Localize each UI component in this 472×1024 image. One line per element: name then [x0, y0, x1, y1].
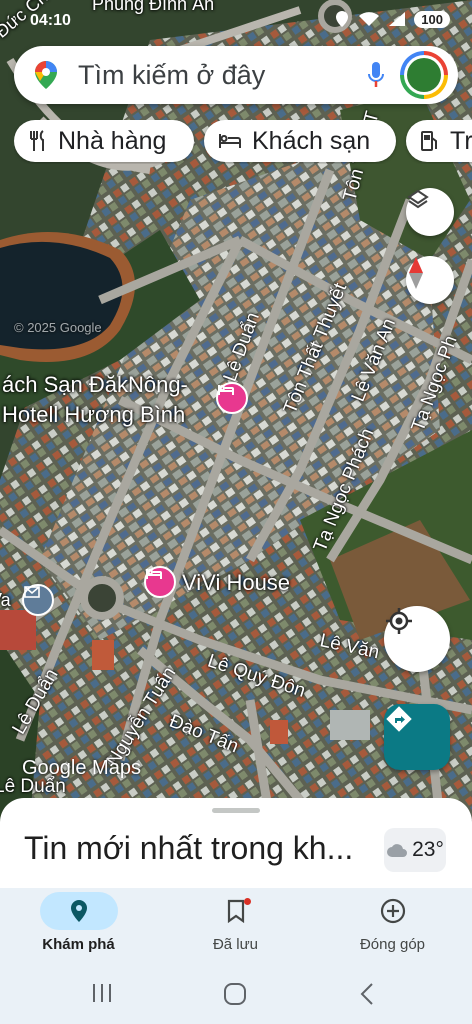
back-icon[interactable]	[358, 981, 376, 1007]
nav-saved[interactable]: Đã lưu	[157, 888, 314, 968]
gas-station-icon	[420, 130, 440, 152]
nav-contribute[interactable]: Đóng góp	[314, 888, 471, 968]
map-label-partial: Va	[0, 590, 11, 610]
hotel-pin-icon[interactable]	[144, 566, 176, 598]
compass-icon[interactable]	[406, 256, 454, 304]
account-avatar[interactable]	[400, 51, 448, 99]
map-watermark: © 2025 Google	[14, 320, 102, 335]
search-bar[interactable]: Tìm kiếm ở đây	[14, 46, 458, 104]
layers-icon[interactable]	[406, 188, 454, 236]
notification-dot	[243, 898, 251, 905]
chip-label: Tra	[450, 126, 472, 155]
chip-restaurants[interactable]: Nhà hàng	[14, 120, 194, 162]
poi-label-hotel-line1[interactable]: ách Sạn ĐăkNông-	[2, 372, 188, 398]
bottom-sheet[interactable]: Tin mới nhất trong kh... 23°	[0, 798, 472, 888]
nav-explore[interactable]: Khám phá	[0, 888, 157, 968]
status-icons: 100	[334, 10, 450, 28]
add-circle-icon	[354, 892, 432, 930]
bottom-navigation: Khám phá Đã lưu Đóng góp	[0, 888, 472, 968]
status-bar: 04:10 100	[0, 6, 472, 36]
chip-gas[interactable]: Tra	[406, 120, 472, 162]
google-maps-pin-icon	[35, 61, 57, 89]
poi-label-vivi-house[interactable]: ViVi House	[182, 570, 290, 596]
poi-label-hotel-line2[interactable]: Hotell Hương Bình	[2, 402, 185, 428]
weather-chip[interactable]: 23°	[384, 828, 446, 872]
search-input[interactable]: Tìm kiếm ở đây	[78, 60, 265, 91]
sheet-drag-handle[interactable]	[212, 808, 260, 813]
chip-label: Nhà hàng	[58, 126, 167, 155]
cloud-moon-icon	[387, 844, 408, 857]
chip-label: Khách sạn	[252, 126, 371, 155]
sheet-headline[interactable]: Tin mới nhất trong kh...	[24, 830, 353, 867]
mic-icon[interactable]	[366, 60, 386, 90]
my-location-icon[interactable]	[384, 606, 450, 672]
directions-icon[interactable]	[384, 704, 450, 770]
location-status-icon	[336, 11, 349, 27]
nav-label: Đóng góp	[359, 936, 426, 953]
weather-temp: 23°	[412, 838, 444, 861]
explore-pin-icon	[39, 892, 118, 930]
mail-pin-icon[interactable]	[22, 584, 54, 616]
category-chips: Nhà hàng Khách sạn Tra	[14, 120, 472, 164]
bed-icon	[218, 132, 242, 150]
signal-icon	[389, 12, 406, 26]
status-time: 04:10	[30, 12, 71, 29]
battery-indicator: 100	[414, 10, 450, 28]
chip-hotels[interactable]: Khách sạn	[204, 120, 396, 162]
nav-label: Khám phá	[42, 936, 115, 953]
recents-icon[interactable]	[90, 982, 114, 1004]
home-icon[interactable]	[222, 981, 248, 1007]
hotel-pin-icon[interactable]	[216, 382, 248, 414]
bookmark-icon	[197, 892, 275, 930]
nav-label: Đã lưu	[212, 936, 259, 953]
fork-knife-icon	[28, 130, 48, 152]
system-navigation-bar	[0, 968, 472, 1024]
google-maps-attribution: Google Maps	[22, 757, 141, 779]
wifi-icon	[359, 12, 380, 26]
avatar-logo-icon	[407, 58, 441, 92]
